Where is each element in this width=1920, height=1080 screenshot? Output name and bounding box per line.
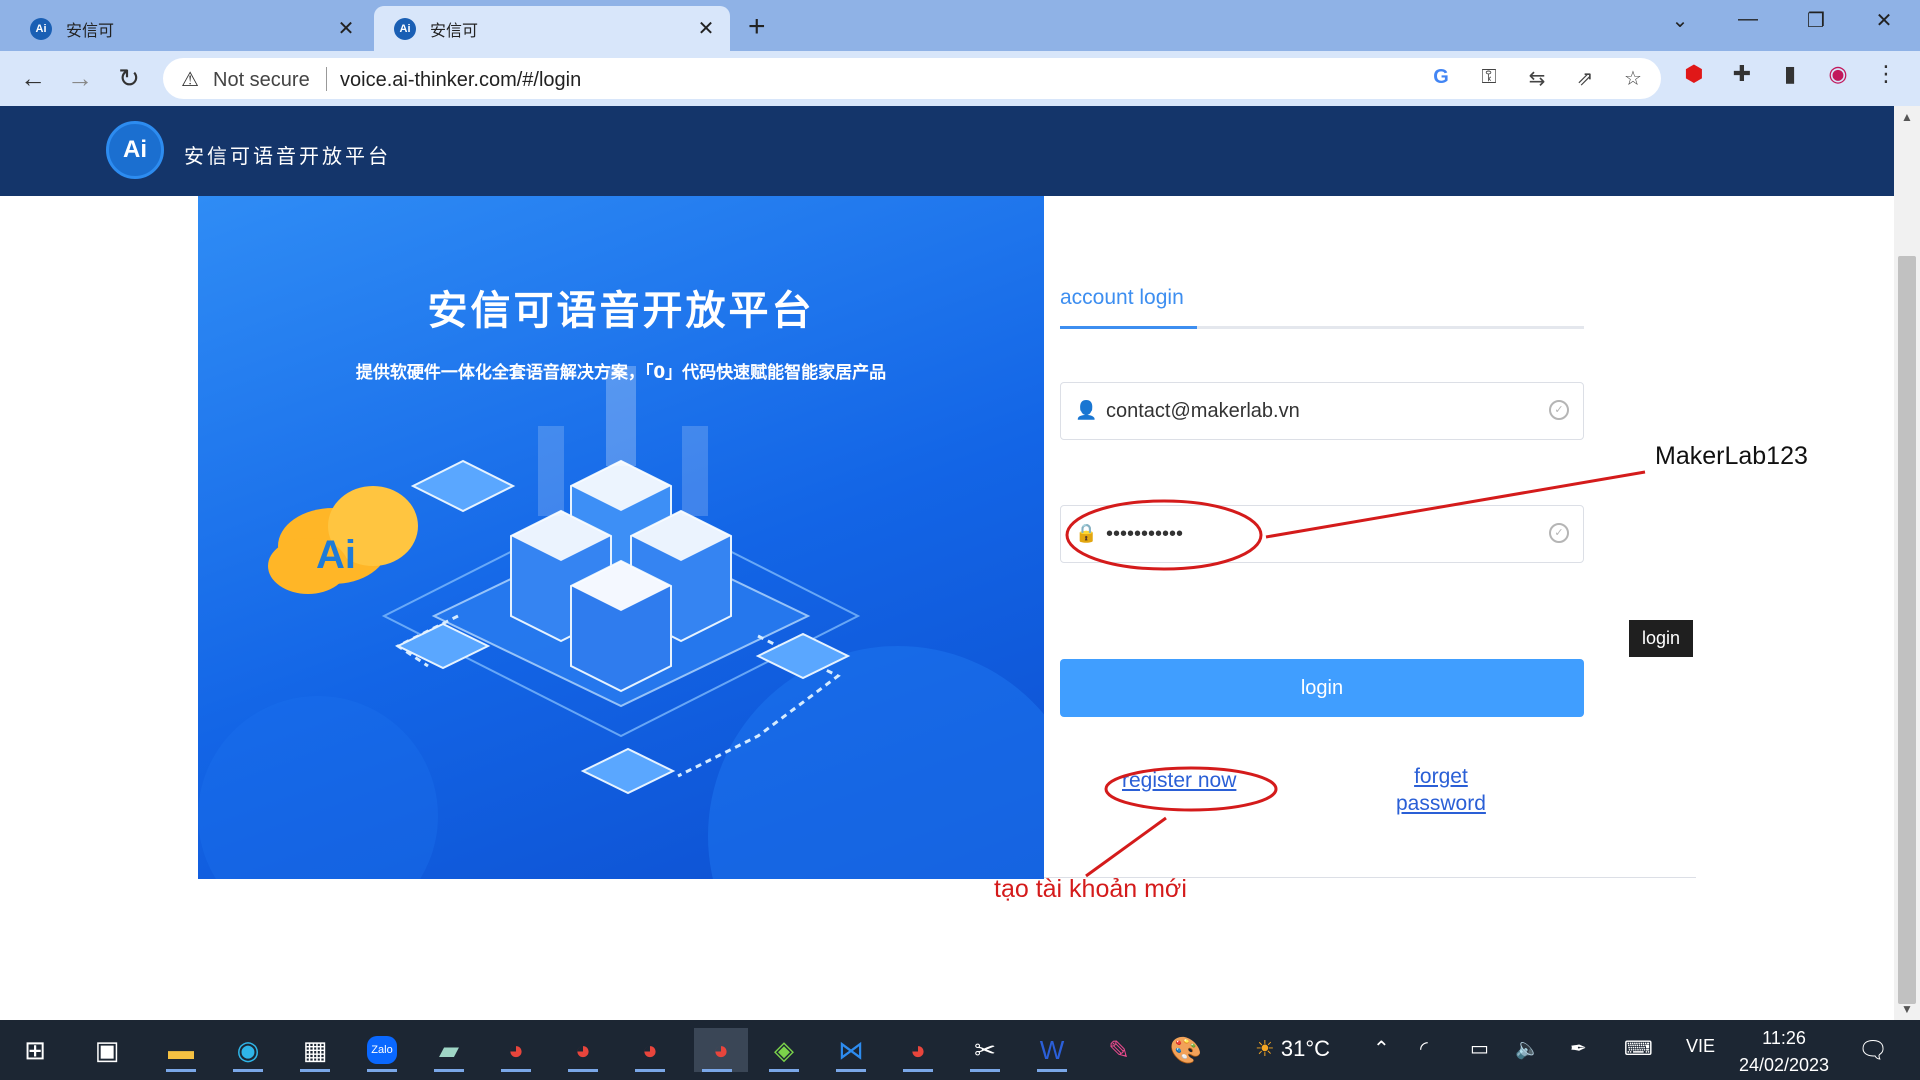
site-header: Ai 安信可语音开放平台 [0, 106, 1894, 196]
minimize-icon[interactable]: — [1728, 8, 1768, 31]
pen-icon[interactable]: ✒ [1570, 1036, 1587, 1061]
language-indicator[interactable]: VIE [1686, 1036, 1715, 1057]
ai-logo-icon: Ai [30, 17, 52, 40]
time: 11:26 [1762, 1028, 1806, 1048]
app-icon[interactable]: ▦ [292, 1028, 338, 1072]
weather-sun-icon: ☀ [1255, 1036, 1275, 1061]
check-circle-icon: ✓ [1549, 523, 1569, 543]
login-banner: Ai 安信可语音开放平台 提供软硬件一体化全套语音解决方案，「0」代码快速赋能智… [198, 196, 1044, 879]
user-icon: 👤 [1075, 400, 1098, 420]
temperature: 31°C [1280, 1036, 1331, 1061]
extensions-icon[interactable]: ✚ [1726, 61, 1758, 87]
notepad-icon[interactable]: ▰ [426, 1028, 472, 1072]
address-bar[interactable]: ⚠ Not secure voice.ai-thinker.com/#/logi… [163, 58, 1661, 99]
battery-icon[interactable]: ▭ [1470, 1036, 1489, 1061]
windows-taskbar: ⊞ ▣ ▬ ◉ ▦ Zalo ▰ ◕ ◕ ◕ ◕ ◈ ⋈ ◕ ✂ W ✎ 🎨 ☀… [0, 1020, 1920, 1080]
username-field[interactable]: 👤 ✓ [1060, 382, 1584, 440]
volume-icon[interactable]: 🔈 [1515, 1036, 1540, 1061]
cloud-ai-text: Ai [316, 533, 356, 577]
tab-underline [1060, 326, 1584, 329]
forget-line-1: forget [1414, 765, 1468, 788]
tab-title: 安信可 [430, 20, 479, 40]
banner-title: 安信可语音开放平台 [427, 288, 815, 334]
adblock-icon[interactable]: ⬢ [1678, 61, 1710, 87]
google-icon[interactable]: G [1427, 66, 1455, 89]
url-text[interactable]: voice.ai-thinker.com/#/login [340, 69, 581, 92]
active-tab-ink [1060, 326, 1197, 329]
register-annotation: tạo tài khoản mới [994, 875, 1187, 903]
browser-tab-1[interactable]: Ai 安信可 ✕ [10, 6, 370, 51]
scroll-down-icon[interactable]: ▼ [1894, 1002, 1920, 1016]
keyboard-icon[interactable]: ⌨ [1624, 1036, 1653, 1061]
browser-toolbar: ← → ↻ ⚠ Not secure voice.ai-thinker.com/… [0, 51, 1920, 106]
check-circle-icon: ✓ [1549, 400, 1569, 420]
tab-search-icon[interactable]: ⌄ [1660, 8, 1700, 33]
reload-icon[interactable]: ↻ [112, 61, 146, 95]
omnibox-separator [326, 67, 327, 91]
site-name: 安信可语音开放平台 [184, 144, 391, 168]
date: 24/02/2023 [1738, 1055, 1830, 1075]
site-logo[interactable]: Ai [106, 121, 164, 179]
login-button[interactable]: login [1060, 659, 1584, 717]
profile-avatar-icon[interactable]: ◉ [1822, 61, 1854, 87]
paint-palette-icon[interactable]: 🎨 [1163, 1028, 1209, 1072]
username-input[interactable] [1106, 393, 1526, 429]
vscode-icon[interactable]: ⋈ [828, 1028, 874, 1072]
bookmark-star-icon[interactable]: ☆ [1619, 66, 1647, 91]
forget-line-2: password [1396, 792, 1486, 815]
password-input[interactable] [1106, 516, 1526, 552]
browser-tab-2[interactable]: Ai 安信可 ✕ [374, 6, 730, 51]
share-icon[interactable]: ⇗ [1571, 66, 1599, 91]
password-annotation: MakerLab123 [1655, 442, 1808, 470]
key-icon[interactable]: ⚿ [1475, 66, 1503, 89]
close-icon[interactable]: ✕ [332, 16, 360, 41]
sidepanel-icon[interactable]: ▮ [1774, 61, 1806, 87]
back-icon[interactable]: ← [16, 61, 50, 95]
menu-icon[interactable]: ⋮ [1870, 61, 1902, 87]
task-view-icon[interactable]: ▣ [84, 1028, 130, 1072]
new-tab-icon[interactable]: + [748, 10, 766, 44]
edge-icon[interactable]: ◉ [225, 1028, 271, 1072]
clock[interactable]: 11:26 24/02/2023 [1734, 1025, 1834, 1079]
file-explorer-icon[interactable]: ▬ [158, 1028, 204, 1072]
word-icon[interactable]: W [1029, 1028, 1075, 1072]
chrome-profile-2-icon[interactable]: ◕ [560, 1028, 606, 1072]
wifi-icon[interactable]: ◜ [1420, 1036, 1428, 1061]
warning-icon[interactable]: ⚠ [181, 67, 199, 92]
forget-password-link[interactable]: forget password [1396, 763, 1486, 817]
login-tooltip: login [1629, 620, 1693, 657]
ai-logo-icon: Ai [394, 17, 416, 40]
paint-app-icon[interactable]: ✎ [1096, 1028, 1142, 1072]
security-label[interactable]: Not secure [213, 69, 310, 92]
weather-widget[interactable]: ☀ 31°C [1255, 1036, 1330, 1062]
zalo-icon[interactable]: Zalo [359, 1028, 405, 1072]
chrome-active-icon[interactable]: ◕ [694, 1028, 748, 1072]
register-link[interactable]: register now [1122, 769, 1236, 793]
password-field[interactable]: 🔒 ✓ [1060, 505, 1584, 563]
chrome-profile-1-icon[interactable]: ◕ [493, 1028, 539, 1072]
windows-start-icon[interactable]: ⊞ [12, 1028, 58, 1072]
chrome-profile-3-icon[interactable]: ◕ [627, 1028, 673, 1072]
scroll-thumb[interactable] [1898, 256, 1916, 1004]
forward-icon[interactable]: → [63, 61, 97, 95]
banner-subtitle: 提供软硬件一体化全套语音解决方案，「0」代码快速赋能智能家居产品 [355, 363, 887, 383]
restore-icon[interactable]: ❐ [1796, 8, 1836, 33]
translate-icon[interactable]: ⇆ [1523, 66, 1551, 91]
scroll-up-icon[interactable]: ▲ [1894, 110, 1920, 124]
green-app-icon[interactable]: ◈ [761, 1028, 807, 1072]
close-window-icon[interactable]: ✕ [1864, 8, 1904, 33]
tab-title: 安信可 [66, 20, 115, 40]
page-scrollbar[interactable]: ▲ ▼ [1894, 106, 1920, 1020]
close-icon[interactable]: ✕ [692, 16, 720, 41]
lock-icon: 🔒 [1075, 523, 1098, 543]
tab-account-login[interactable]: account login [1060, 286, 1184, 310]
tray-chevron-icon[interactable]: ⌃ [1373, 1036, 1390, 1061]
browser-tab-strip: Ai 安信可 ✕ Ai 安信可 ✕ + ⌄ — ❐ ✕ [0, 0, 1920, 51]
snipping-icon[interactable]: ✂ [962, 1028, 1008, 1072]
chrome-profile-4-icon[interactable]: ◕ [895, 1028, 941, 1072]
notification-icon[interactable]: 🗨 [1858, 1036, 1888, 1065]
